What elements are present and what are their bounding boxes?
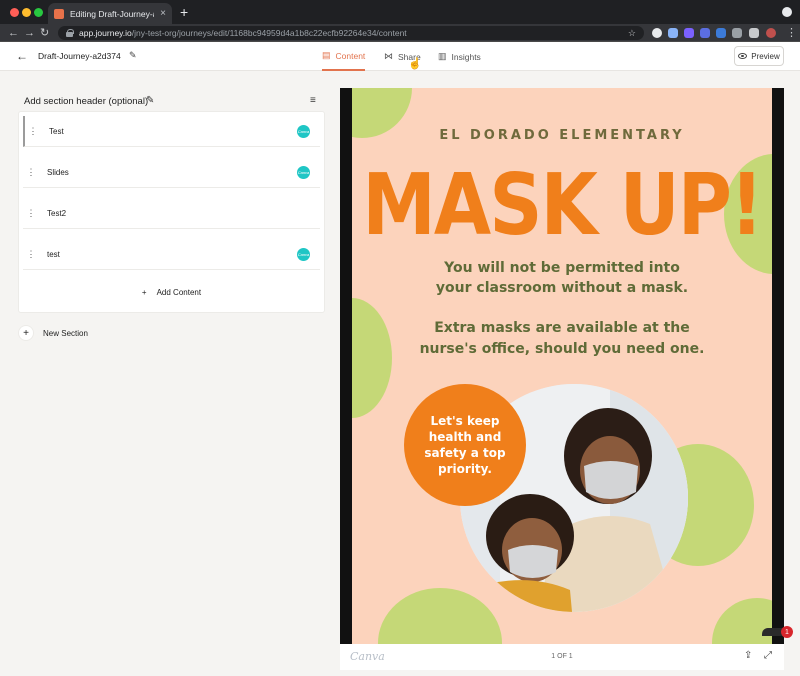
fullscreen-icon[interactable]: ⤢ <box>764 650 772 661</box>
address-bar[interactable]: app.journey.io/jny-test-org/journeys/edi… <box>58 26 644 40</box>
browser-back-icon[interactable]: ← <box>8 26 19 40</box>
section-edit-pencil-icon[interactable]: ✎ <box>146 95 154 106</box>
content-item-test2[interactable]: ⋮ Test2 <box>23 198 320 229</box>
new-section-button[interactable]: + New Section <box>19 326 88 340</box>
browser-menu-icon[interactable]: ⋮ <box>786 26 797 40</box>
green-circle-decoration <box>378 588 502 644</box>
tab-content-label: Content <box>335 50 366 61</box>
canva-logo-icon: Canva <box>297 247 310 261</box>
lock-icon[interactable] <box>66 29 74 37</box>
preview-button[interactable]: Preview <box>734 46 784 66</box>
browser-profile-icon[interactable] <box>782 7 792 17</box>
new-section-label: New Section <box>43 328 88 338</box>
poster-message-line: Extra masks are available at the <box>434 320 690 336</box>
add-content-button[interactable]: + Add Content <box>19 288 324 297</box>
bookmark-star-icon[interactable]: ☆ <box>628 28 636 39</box>
content-item-label: test <box>47 249 60 259</box>
content-item-label: Slides <box>47 167 69 177</box>
notification-badge[interactable]: 1 <box>781 626 793 638</box>
drag-handle-icon[interactable]: ⋮ <box>23 249 39 260</box>
drag-handle-icon[interactable]: ⋮ <box>23 167 39 178</box>
url-host: app.journey.io <box>79 28 132 38</box>
browser-toolbar: ← → ↻ app.journey.io/jny-test-org/journe… <box>0 24 800 42</box>
extension-list-icon[interactable] <box>668 28 678 38</box>
tab-content[interactable]: ▤ Content <box>322 42 366 71</box>
content-item-label: Test2 <box>47 208 67 218</box>
zoom-window-button[interactable] <box>34 8 43 17</box>
plus-icon: + <box>141 288 147 297</box>
insights-chart-icon: ▥ <box>438 51 447 61</box>
browser-forward-icon[interactable]: → <box>24 26 35 40</box>
reload-icon[interactable]: ↻ <box>40 26 49 40</box>
eye-icon <box>738 53 748 59</box>
poster-headline: MASK UP! <box>362 156 763 255</box>
canva-embed-preview[interactable]: EL DORADO ELEMENTARY MASK UP! You will n… <box>340 88 784 670</box>
preview-footer: Canva 1 OF 1 ⇪ ⤢ <box>340 644 784 670</box>
browser-tab-strip: Editing Draft-Journey-a2d374 × + <box>0 0 800 24</box>
tab-insights[interactable]: ▥ Insights <box>438 42 481 71</box>
green-circle-decoration <box>712 598 772 644</box>
edit-title-pencil-icon[interactable]: ✎ <box>129 50 137 61</box>
section-header-input[interactable]: Add section header (optional) <box>24 96 148 107</box>
canva-logo-icon: Canva <box>297 124 310 138</box>
tab-insights-label: Insights <box>451 51 481 62</box>
extensions-icon[interactable] <box>749 28 759 38</box>
content-item-test-lower[interactable]: ⋮ test Canva <box>23 239 320 270</box>
extension-puzzle-icon[interactable] <box>684 28 694 38</box>
poster-message-line: You will not be permitted into <box>444 260 680 276</box>
url-text: app.journey.io/jny-test-org/journeys/edi… <box>79 28 407 38</box>
canva-logo-icon: Canva <box>297 165 310 179</box>
extension-a-icon[interactable] <box>732 28 742 38</box>
share-nodes-icon: ⋈ <box>384 51 393 61</box>
content-list: ⋮ Test Canva ⋮ Slides Canva ⋮ Test2 ⋮ te… <box>19 112 324 312</box>
url-path: /jny-test-org/journeys/edit/1168bc94959d… <box>131 28 407 38</box>
drag-handle-icon[interactable]: ⋮ <box>23 208 39 219</box>
journey-title[interactable]: Draft-Journey-a2d374 <box>38 51 121 61</box>
share-upload-icon[interactable]: ⇪ <box>744 650 752 661</box>
hand-pointer-cursor-icon: ☝ <box>408 58 422 70</box>
minimize-window-button[interactable] <box>22 8 31 17</box>
section-menu-icon[interactable]: ≡ <box>310 95 316 106</box>
preview-label: Preview <box>751 51 780 61</box>
close-window-button[interactable] <box>10 8 19 17</box>
poster-message-line: nurse's office, should you need one. <box>419 341 705 357</box>
content-doc-icon: ▤ <box>322 50 331 60</box>
school-name: EL DORADO ELEMENTARY <box>439 128 685 143</box>
profile-avatar[interactable] <box>766 28 776 38</box>
content-item-label: Test <box>49 126 64 136</box>
app-header: ← Draft-Journey-a2d374 ✎ ▤ Content ⋈ Sha… <box>0 42 800 71</box>
journey-favicon-icon <box>54 8 64 19</box>
tab-close-icon[interactable]: × <box>160 8 166 19</box>
extension-gem-icon[interactable] <box>700 28 710 38</box>
journey-editor: ← Draft-Journey-a2d374 ✎ ▤ Content ⋈ Sha… <box>0 42 800 676</box>
drag-handle-icon[interactable]: ⋮ <box>25 126 41 137</box>
extension-bookmark-icon[interactable] <box>716 28 726 38</box>
plus-circle-icon: + <box>19 326 33 340</box>
browser-tab[interactable]: Editing Draft-Journey-a2d374 × <box>48 3 172 24</box>
new-tab-button[interactable]: + <box>180 5 188 19</box>
content-item-slides[interactable]: ⋮ Slides Canva <box>23 157 320 188</box>
page-indicator: 1 OF 1 <box>551 653 573 660</box>
mask-up-poster: EL DORADO ELEMENTARY MASK UP! You will n… <box>352 88 772 644</box>
extension-shield-icon[interactable] <box>652 28 662 38</box>
content-item-test[interactable]: ⋮ Test Canva <box>23 116 320 147</box>
priority-callout: Let's keep health and safety a top prior… <box>404 384 526 506</box>
tab-title: Editing Draft-Journey-a2d374 <box>70 8 154 19</box>
poster-message-line: your classroom without a mask. <box>435 280 689 296</box>
add-content-label: Add Content <box>156 288 202 297</box>
poster-border: EL DORADO ELEMENTARY MASK UP! You will n… <box>340 88 784 644</box>
back-arrow-icon[interactable]: ← <box>16 49 28 63</box>
